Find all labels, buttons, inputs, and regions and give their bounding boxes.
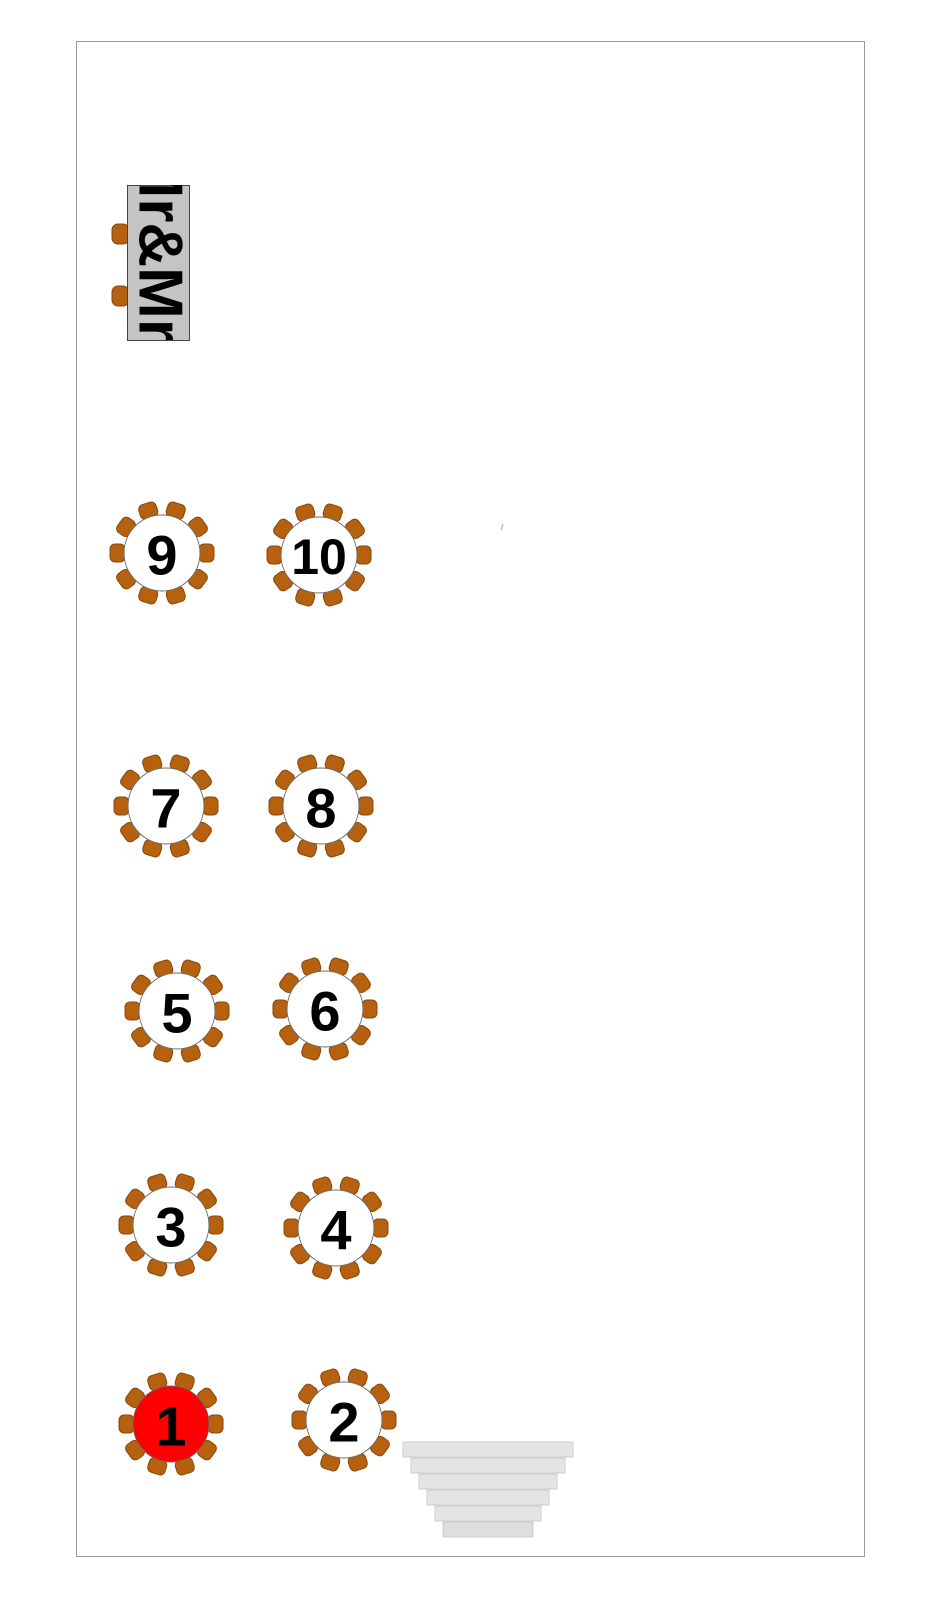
stair-step xyxy=(426,1489,550,1506)
table-number: 10 xyxy=(291,529,347,585)
table-4[interactable]: 4 xyxy=(283,1176,389,1280)
table-number: 4 xyxy=(320,1199,351,1262)
chair xyxy=(272,999,289,1019)
chair xyxy=(124,1001,141,1021)
table-5[interactable]: 5 xyxy=(124,959,230,1063)
chair xyxy=(283,1218,300,1238)
chair xyxy=(198,543,215,563)
chair xyxy=(118,1215,135,1235)
table-10[interactable]: 10 xyxy=(266,503,372,607)
table-8[interactable]: 8 xyxy=(268,754,374,858)
chair xyxy=(207,1215,224,1235)
table-7[interactable]: 7 xyxy=(113,754,219,858)
table-number: 5 xyxy=(161,982,192,1045)
table-1[interactable]: 1 xyxy=(118,1372,224,1476)
chair xyxy=(372,1218,389,1238)
table-number: 7 xyxy=(150,777,181,840)
chair xyxy=(207,1414,224,1434)
chair xyxy=(355,545,372,565)
chair xyxy=(111,223,130,245)
table-number: 9 xyxy=(146,524,177,587)
chair xyxy=(268,796,285,816)
table-number: 6 xyxy=(309,980,340,1043)
chair xyxy=(109,543,126,563)
chair xyxy=(113,796,130,816)
table-number: 1 xyxy=(155,1395,186,1458)
table-number: 8 xyxy=(305,777,336,840)
stair-step xyxy=(442,1521,534,1538)
chair xyxy=(213,1001,230,1021)
round-tables: 9 10 7 8 5 6 3 4 1 2 xyxy=(109,501,397,1476)
seating-floor-plan: Mr&Mrs 9 10 7 8 5 6 3 4 1 2 xyxy=(76,41,865,1557)
chair xyxy=(291,1410,308,1430)
head-table-label: Mr&Mrs xyxy=(126,147,195,378)
chair xyxy=(118,1414,135,1434)
stairs-icon xyxy=(402,1441,574,1538)
chair xyxy=(380,1410,397,1430)
stray-mark xyxy=(500,523,504,531)
stair-step xyxy=(418,1473,558,1490)
chair xyxy=(361,999,378,1019)
table-3[interactable]: 3 xyxy=(118,1173,224,1277)
table-2[interactable]: 2 xyxy=(291,1368,397,1472)
head-table-chairs xyxy=(111,223,130,307)
stair-step xyxy=(402,1441,574,1458)
stair-step xyxy=(434,1505,542,1522)
table-6[interactable]: 6 xyxy=(272,957,378,1061)
stair-step xyxy=(410,1457,566,1474)
table-number: 3 xyxy=(155,1196,186,1259)
chair xyxy=(111,285,130,307)
chair xyxy=(202,796,219,816)
chair xyxy=(266,545,283,565)
head-table[interactable]: Mr&Mrs xyxy=(126,147,195,378)
chair xyxy=(357,796,374,816)
table-number: 2 xyxy=(328,1391,359,1454)
table-9[interactable]: 9 xyxy=(109,501,215,605)
